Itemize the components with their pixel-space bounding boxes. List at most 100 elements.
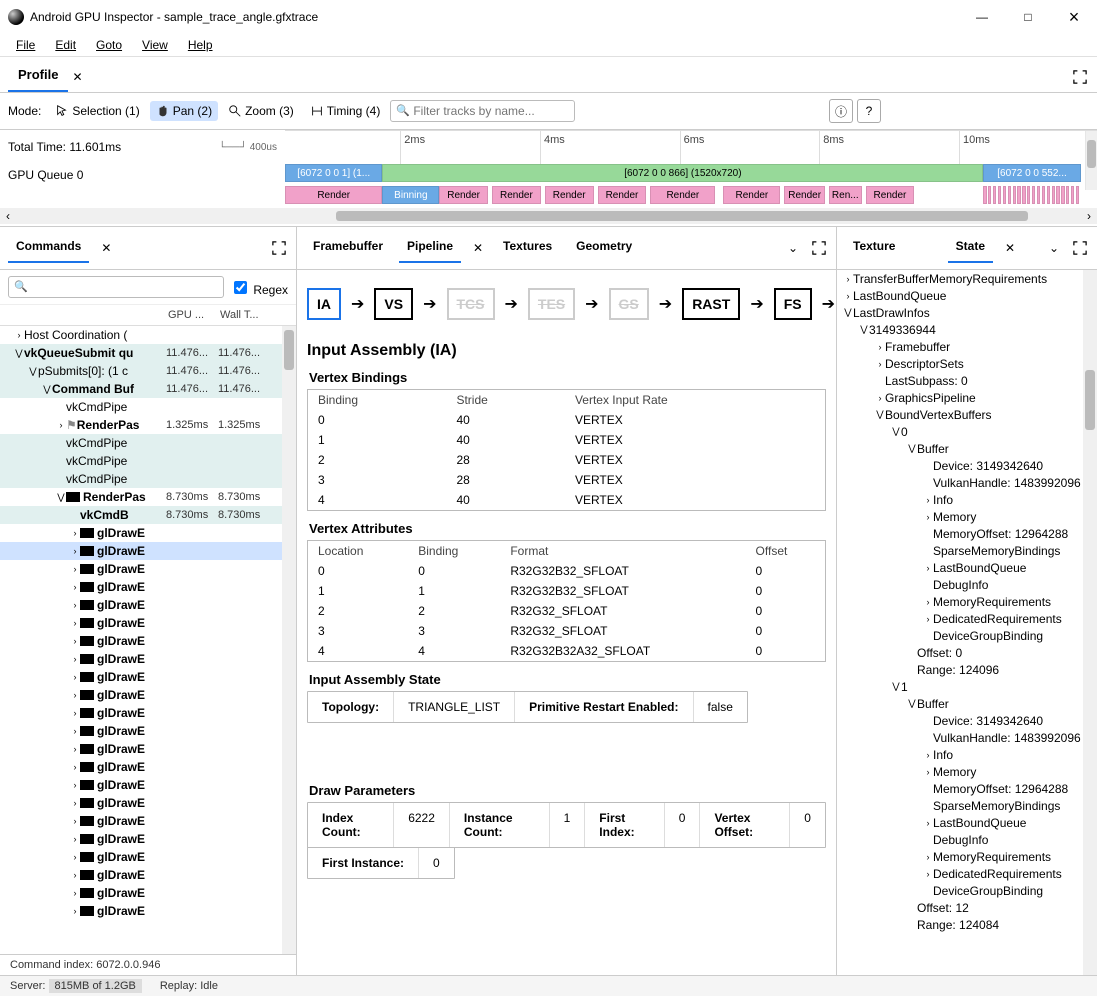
tab-state[interactable]: State bbox=[948, 233, 993, 263]
command-row[interactable]: ›glDrawE bbox=[0, 758, 296, 776]
gpu-queue-track2[interactable]: RenderBinningRenderRenderRenderRenderRen… bbox=[285, 186, 1097, 208]
state-node[interactable]: ›LastBoundQueue bbox=[837, 814, 1097, 831]
help-button[interactable]: ? bbox=[857, 99, 881, 123]
menu-edit[interactable]: Edit bbox=[47, 36, 84, 54]
filter-input[interactable] bbox=[390, 100, 575, 122]
timeline-block[interactable]: Render bbox=[723, 186, 780, 204]
command-row[interactable]: ›glDrawE bbox=[0, 776, 296, 794]
state-node[interactable]: ›MemoryRequirements bbox=[837, 848, 1097, 865]
timeline-block[interactable]: Render bbox=[285, 186, 382, 204]
tab-framebuffer[interactable]: Framebuffer bbox=[305, 233, 391, 263]
stage-tcs[interactable]: TCS bbox=[447, 288, 495, 320]
maximize-button[interactable]: □ bbox=[1005, 0, 1051, 34]
minimize-button[interactable]: — bbox=[959, 0, 1005, 34]
expand-icon[interactable] bbox=[1071, 68, 1089, 86]
state-node[interactable]: VulkanHandle: 1483992096 bbox=[837, 474, 1097, 491]
timeline-block[interactable]: Render bbox=[439, 186, 488, 204]
state-node[interactable]: LastSubpass: 0 bbox=[837, 372, 1097, 389]
state-node[interactable]: ⋁1 bbox=[837, 678, 1097, 695]
state-node[interactable]: Offset: 12 bbox=[837, 899, 1097, 916]
command-row[interactable]: ⋁vkQueueSubmit qu11.476...11.476... bbox=[0, 344, 296, 362]
close-icon[interactable]: ✕ bbox=[1001, 239, 1019, 257]
tab-profile[interactable]: Profile bbox=[8, 61, 68, 92]
timeline-block[interactable]: Render bbox=[650, 186, 715, 204]
timeline-block[interactable]: Render bbox=[598, 186, 647, 204]
stage-tes[interactable]: TES bbox=[528, 288, 575, 320]
pan-tool[interactable]: Pan (2) bbox=[150, 101, 218, 121]
state-node[interactable]: ›DescriptorSets bbox=[837, 355, 1097, 372]
vertex-attributes-table[interactable]: LocationBindingFormatOffset00R32G32B32_S… bbox=[308, 541, 825, 661]
expand-icon[interactable] bbox=[270, 239, 288, 257]
timing-tool[interactable]: Timing (4) bbox=[304, 101, 387, 121]
command-row[interactable]: ›glDrawE bbox=[0, 884, 296, 902]
close-icon[interactable]: ✕ bbox=[469, 239, 487, 257]
stage-vs[interactable]: VS bbox=[374, 288, 413, 320]
commands-tree[interactable]: ›Host Coordination (⋁vkQueueSubmit qu11.… bbox=[0, 326, 296, 954]
command-row[interactable]: ›glDrawE bbox=[0, 542, 296, 560]
state-node[interactable]: ›TransferBufferMemoryRequirements bbox=[837, 270, 1097, 287]
timeline-hscroll[interactable]: ‹ › bbox=[0, 208, 1097, 224]
state-node[interactable]: MemoryOffset: 12964288 bbox=[837, 525, 1097, 542]
command-row[interactable]: ⋁pSubmits[0]: (1 c11.476...11.476... bbox=[0, 362, 296, 380]
state-node[interactable]: DeviceGroupBinding bbox=[837, 627, 1097, 644]
menu-view[interactable]: View bbox=[134, 36, 176, 54]
command-row[interactable]: ›Host Coordination ( bbox=[0, 326, 296, 344]
chevron-down-icon[interactable]: ⌄ bbox=[784, 239, 802, 257]
state-node[interactable]: ⋁LastDrawInfos bbox=[837, 304, 1097, 321]
vertex-bindings-table[interactable]: BindingStrideVertex Input Rate040VERTEX1… bbox=[308, 390, 825, 510]
state-tree[interactable]: ›TransferBufferMemoryRequirements›LastBo… bbox=[837, 270, 1097, 975]
state-node[interactable]: ⋁0 bbox=[837, 423, 1097, 440]
state-node[interactable]: ›Info bbox=[837, 491, 1097, 508]
command-row[interactable]: ⋁Command Buf11.476...11.476... bbox=[0, 380, 296, 398]
col-gpu[interactable]: GPU ... bbox=[162, 309, 214, 321]
timeline-block[interactable]: Render bbox=[866, 186, 915, 204]
timeline-block[interactable]: Render bbox=[492, 186, 541, 204]
stage-gs[interactable]: GS bbox=[609, 288, 649, 320]
state-node[interactable]: DeviceGroupBinding bbox=[837, 882, 1097, 899]
state-node[interactable]: Range: 124096 bbox=[837, 661, 1097, 678]
command-row[interactable]: vkCmdB8.730ms8.730ms bbox=[0, 506, 296, 524]
command-row[interactable]: ›glDrawE bbox=[0, 614, 296, 632]
state-node[interactable]: Range: 124084 bbox=[837, 916, 1097, 933]
command-row[interactable]: vkCmdPipe bbox=[0, 398, 296, 416]
scrollbar[interactable] bbox=[282, 326, 296, 954]
command-row[interactable]: ›glDrawE bbox=[0, 812, 296, 830]
tab-geometry[interactable]: Geometry bbox=[568, 233, 640, 263]
command-row[interactable]: ›glDrawE bbox=[0, 524, 296, 542]
state-node[interactable]: SparseMemoryBindings bbox=[837, 797, 1097, 814]
command-row[interactable]: ›glDrawE bbox=[0, 830, 296, 848]
state-node[interactable]: ›DedicatedRequirements bbox=[837, 610, 1097, 627]
command-row[interactable]: ›glDrawE bbox=[0, 686, 296, 704]
state-node[interactable]: ⋁BoundVertexBuffers bbox=[837, 406, 1097, 423]
command-row[interactable]: ›glDrawE bbox=[0, 650, 296, 668]
command-row[interactable]: ›⚑ RenderPas1.325ms1.325ms bbox=[0, 416, 296, 434]
state-node[interactable]: DebugInfo bbox=[837, 576, 1097, 593]
state-node[interactable]: ⋁Buffer bbox=[837, 440, 1097, 457]
command-row[interactable]: ›glDrawE bbox=[0, 668, 296, 686]
menu-help[interactable]: Help bbox=[180, 36, 221, 54]
state-node[interactable]: Device: 3149342640 bbox=[837, 712, 1097, 729]
expand-icon[interactable] bbox=[1071, 239, 1089, 257]
commands-tab[interactable]: Commands bbox=[8, 233, 89, 263]
timeline-block[interactable]: Ren... bbox=[829, 186, 861, 204]
state-node[interactable]: ›Info bbox=[837, 746, 1097, 763]
stage-ia[interactable]: IA bbox=[307, 288, 341, 320]
state-node[interactable]: Offset: 0 bbox=[837, 644, 1097, 661]
close-button[interactable]: × bbox=[1051, 0, 1097, 34]
state-node[interactable]: ›DedicatedRequirements bbox=[837, 865, 1097, 882]
state-node[interactable]: ›LastBoundQueue bbox=[837, 287, 1097, 304]
expand-icon[interactable] bbox=[810, 239, 828, 257]
commands-search-input[interactable] bbox=[8, 276, 224, 298]
info-button[interactable]: ⓘ bbox=[829, 99, 853, 123]
menu-file[interactable]: File bbox=[8, 36, 43, 54]
tab-texture[interactable]: Texture bbox=[845, 233, 903, 263]
gpu-queue-track[interactable]: [6072 0 0 1] (1... [6072 0 0 866] (1520x… bbox=[285, 164, 1097, 186]
selection-tool[interactable]: Selection (1) bbox=[49, 101, 145, 121]
command-row[interactable]: ›glDrawE bbox=[0, 722, 296, 740]
timeline-block[interactable]: Render bbox=[545, 186, 594, 204]
command-row[interactable]: vkCmdPipe bbox=[0, 470, 296, 488]
close-profile-icon[interactable]: ✕ bbox=[68, 68, 86, 86]
command-row[interactable]: ›glDrawE bbox=[0, 794, 296, 812]
tab-textures[interactable]: Textures bbox=[495, 233, 560, 263]
state-node[interactable]: ›GraphicsPipeline bbox=[837, 389, 1097, 406]
